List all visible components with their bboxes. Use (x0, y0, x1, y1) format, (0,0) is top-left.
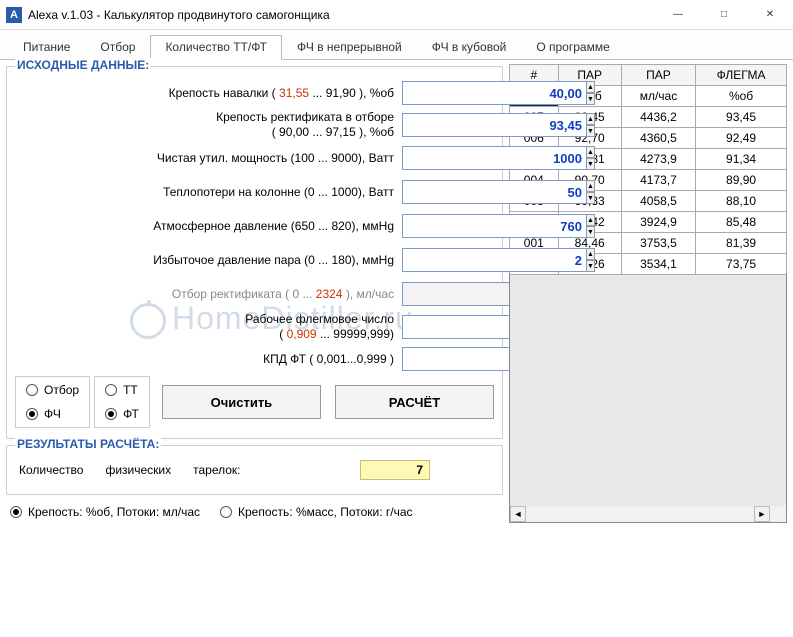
window-buttons: — □ ✕ (655, 0, 793, 30)
radio-otbor[interactable]: Отбор (26, 383, 79, 397)
label-atm: Атмосферное давление (650 ... 820), ммHg (15, 219, 402, 234)
radio-ft[interactable]: ФТ (105, 407, 139, 421)
result-word2: физических (105, 463, 171, 477)
spin-up[interactable]: ▲ (587, 214, 595, 226)
result-word3: тарелок: (193, 463, 240, 477)
label-strength-wash: Крепость навалки ( 31,55 ... 91,90 ), %о… (15, 86, 402, 101)
group-inputs: ИСХОДНЫЕ ДАННЫЕ: Крепость навалки ( 31,5… (6, 66, 503, 439)
spin-down[interactable]: ▼ (587, 125, 595, 137)
tab-about[interactable]: О программе (521, 35, 624, 60)
minimize-button[interactable]: — (655, 0, 701, 30)
radio-fch[interactable]: ФЧ (26, 407, 79, 421)
label-kpd: КПД ФТ ( 0,001...0,999 ) (15, 352, 402, 367)
radio-units-mass[interactable]: Крепость: %масс, Потоки: г/час (220, 505, 413, 519)
input-heatloss[interactable] (402, 180, 587, 204)
label-overpressure: Избыточое давление пара (0 ... 180), ммH… (15, 253, 402, 268)
scroll-left-icon[interactable]: ◄ (510, 506, 526, 522)
spin-up[interactable]: ▲ (587, 180, 595, 192)
tab-otbor[interactable]: Отбор (85, 35, 150, 60)
col-flegma[interactable]: ФЛЕГМА (696, 65, 787, 86)
spin-up[interactable]: ▲ (587, 248, 595, 260)
col-vapor2[interactable]: ПАР (621, 65, 695, 86)
maximize-button[interactable]: □ (701, 0, 747, 30)
result-plates: 7 (360, 460, 430, 480)
radio-units-vol[interactable]: Крепость: %об, Потоки: мл/час (10, 505, 200, 519)
label-reflux: Рабочее флегмовое число ( 0,909 ... 9999… (15, 312, 402, 342)
clear-button[interactable]: Очистить (162, 385, 321, 419)
radio-tt[interactable]: ТТ (105, 383, 139, 397)
close-button[interactable]: ✕ (747, 0, 793, 30)
group-results-legend: РЕЗУЛЬТАТЫ РАСЧЁТА: (15, 437, 161, 451)
app-icon: A (6, 7, 22, 23)
spin-down[interactable]: ▼ (587, 260, 595, 272)
units-row: Крепость: %об, Потоки: мл/час Крепость: … (6, 501, 503, 523)
label-heatloss: Теплопотери на колонне (0 ... 1000), Ват… (15, 185, 402, 200)
spin-up[interactable]: ▲ (587, 81, 595, 93)
spin-down[interactable]: ▼ (587, 192, 595, 204)
input-strength-wash[interactable] (402, 81, 587, 105)
spin-up[interactable]: ▲ (587, 146, 595, 158)
tab-power[interactable]: Питание (8, 35, 85, 60)
input-atm[interactable] (402, 214, 587, 238)
spin-down[interactable]: ▼ (587, 158, 595, 170)
hscrollbar[interactable]: ◄ ► (510, 506, 770, 522)
label-otbor-rate: Отбор ректификата ( 0 ... 2324 ), мл/час (15, 287, 402, 302)
label-power: Чистая утил. мощность (100 ... 9000), Ва… (15, 151, 402, 166)
tab-ttft[interactable]: Количество ТТ/ФТ (150, 35, 282, 60)
calc-button[interactable]: РАСЧЁТ (335, 385, 494, 419)
tab-fch-cube[interactable]: ФЧ в кубовой (417, 35, 522, 60)
tabs: Питание Отбор Количество ТТ/ФТ ФЧ в непр… (0, 30, 793, 60)
scroll-right-icon[interactable]: ► (754, 506, 770, 522)
titlebar: A Alexa v.1.03 - Калькулятор продвинутог… (0, 0, 793, 30)
spin-down[interactable]: ▼ (587, 93, 595, 105)
result-word1: Количество (19, 463, 83, 477)
group-results: РЕЗУЛЬТАТЫ РАСЧЁТА: Количество физически… (6, 445, 503, 495)
spin-down[interactable]: ▼ (587, 226, 595, 238)
radio-group-mode: Отбор ФЧ (15, 376, 90, 428)
input-power[interactable] (402, 146, 587, 170)
window-title: Alexa v.1.03 - Калькулятор продвинутого … (28, 8, 655, 22)
group-inputs-legend: ИСХОДНЫЕ ДАННЫЕ: (15, 58, 151, 72)
radio-group-plates: ТТ ФТ (94, 376, 150, 428)
label-strength-product: Крепость ректификата в отборе ( 90,00 ..… (15, 110, 402, 140)
input-strength-product[interactable] (402, 113, 587, 137)
spin-up[interactable]: ▲ (587, 113, 595, 125)
tab-fch-cont[interactable]: ФЧ в непрерывной (282, 35, 417, 60)
input-overpressure[interactable] (402, 248, 587, 272)
